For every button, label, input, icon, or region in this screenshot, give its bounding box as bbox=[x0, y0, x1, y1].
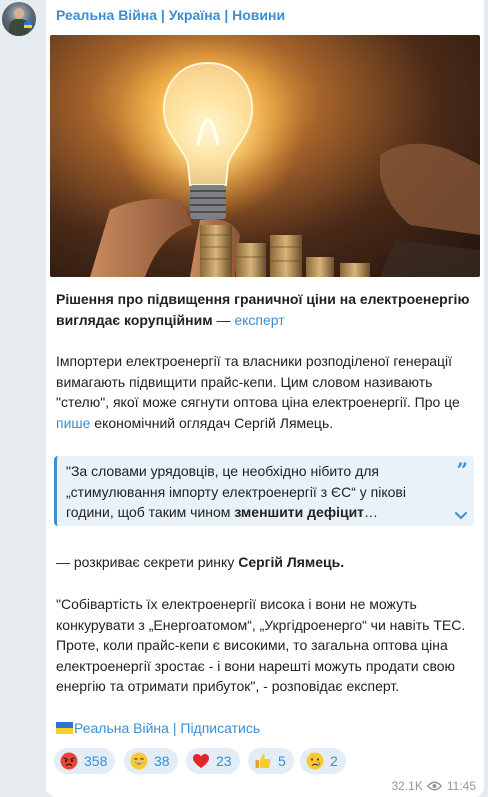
reaction-thumbs-up[interactable]: 5 bbox=[248, 748, 294, 774]
reaction-angry[interactable]: 358 bbox=[54, 748, 116, 774]
ukraine-flag-icon bbox=[56, 722, 73, 734]
paragraph-1-text-b: економічний оглядач Сергій Лямець. bbox=[90, 414, 334, 431]
post-photo[interactable] bbox=[50, 35, 480, 277]
quote-mark-icon: ” bbox=[456, 458, 468, 482]
channel-name[interactable]: Реальна Війна | Україна | Новини bbox=[56, 7, 285, 23]
reaction-count: 5 bbox=[278, 753, 286, 769]
message-time: 11:45 bbox=[446, 779, 476, 793]
reaction-count: 358 bbox=[84, 753, 108, 769]
reaction-count: 2 bbox=[330, 753, 338, 769]
angry-face-icon bbox=[60, 752, 78, 770]
quote-ellipsis: … bbox=[364, 504, 379, 520]
reaction-count: 38 bbox=[154, 753, 170, 769]
reaction-grin[interactable]: 38 bbox=[124, 748, 178, 774]
footer-links: Реальна Війна | Підписатись bbox=[56, 720, 260, 736]
paragraph-1-text-a: Імпортери електроенергії та власники роз… bbox=[56, 353, 460, 410]
paragraph-2-bold: Сергій Лямець. bbox=[238, 554, 345, 570]
avatar-head bbox=[14, 8, 24, 19]
crying-face-icon bbox=[306, 752, 324, 770]
channel-avatar[interactable] bbox=[2, 2, 36, 36]
subscribe-link[interactable]: Підписатись bbox=[180, 720, 260, 736]
chevron-down-icon[interactable] bbox=[454, 511, 468, 521]
message-meta: 32.1K 11:45 bbox=[392, 779, 477, 793]
grinning-face-icon bbox=[130, 752, 148, 770]
paragraph-2-text: — розкриває секрети ринку bbox=[56, 554, 239, 570]
post-headline: Рішення про підвищення граничної ціни на… bbox=[56, 289, 476, 330]
post-paragraph-2: — розкриває секрети ринку Сергій Лямець. bbox=[56, 552, 476, 573]
avatar-flag-icon bbox=[24, 22, 32, 28]
message-bubble: Реальна Війна | Україна | Новини Рішення… bbox=[46, 0, 484, 797]
red-heart-icon bbox=[193, 754, 209, 768]
lightbulb-photo-illustration bbox=[90, 40, 480, 277]
reaction-heart[interactable]: 23 bbox=[186, 748, 240, 774]
source-link[interactable]: пише bbox=[56, 415, 90, 431]
thumbs-up-icon bbox=[255, 754, 271, 768]
reaction-crying[interactable]: 2 bbox=[300, 748, 346, 774]
view-count: 32.1K bbox=[391, 779, 423, 793]
eye-icon bbox=[426, 781, 442, 791]
footer-separator: | bbox=[168, 720, 181, 736]
post-paragraph-3: "Собівартість їх електроенергії висока і… bbox=[56, 596, 466, 694]
reaction-count: 23 bbox=[216, 753, 232, 769]
headline-dash: — bbox=[212, 311, 235, 328]
headline-expert-link[interactable]: експерт bbox=[234, 312, 284, 328]
post-paragraph-1: Імпортери електроенергії та власники роз… bbox=[56, 351, 476, 433]
blockquote[interactable]: "За словами урядовців, це необхідно ніби… bbox=[54, 456, 474, 526]
quote-bold-text: зменшити дефіцит bbox=[234, 504, 365, 520]
footer-channel-link[interactable]: Реальна Війна bbox=[74, 720, 169, 736]
